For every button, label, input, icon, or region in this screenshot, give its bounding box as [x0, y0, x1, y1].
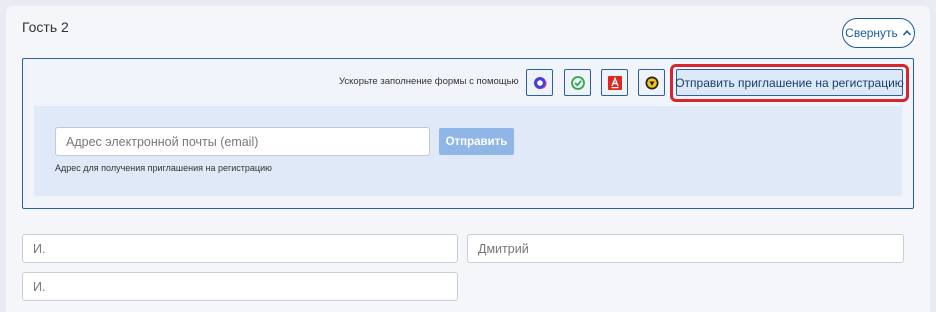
collapse-label: Свернуть	[845, 26, 898, 40]
service-button-3[interactable]	[601, 69, 628, 96]
speedup-label: Ускорьте заполнение формы с помощью	[339, 76, 519, 87]
email-hint: Адрес для получения приглашения на регис…	[55, 163, 272, 173]
green-check-logo-icon	[570, 75, 585, 90]
blue-ring-logo-icon	[532, 75, 547, 90]
collapse-button[interactable]: Свернуть	[842, 18, 915, 48]
service-button-2[interactable]	[564, 69, 591, 96]
service-button-1[interactable]	[526, 69, 553, 96]
first-name-field[interactable]	[467, 234, 904, 263]
send-invitation-button[interactable]: Отправить приглашение на регистрацию	[675, 69, 904, 96]
middle-initial-field[interactable]	[22, 272, 458, 301]
service-button-4[interactable]	[638, 69, 665, 96]
alfa-bank-logo-icon	[607, 75, 622, 90]
initial-field[interactable]	[22, 234, 458, 263]
chevron-up-icon	[902, 30, 911, 36]
yellow-badge-logo-icon	[645, 76, 658, 89]
send-button[interactable]: Отправить	[439, 128, 514, 155]
email-input[interactable]	[55, 127, 430, 156]
guest-title: Гость 2	[22, 19, 69, 35]
